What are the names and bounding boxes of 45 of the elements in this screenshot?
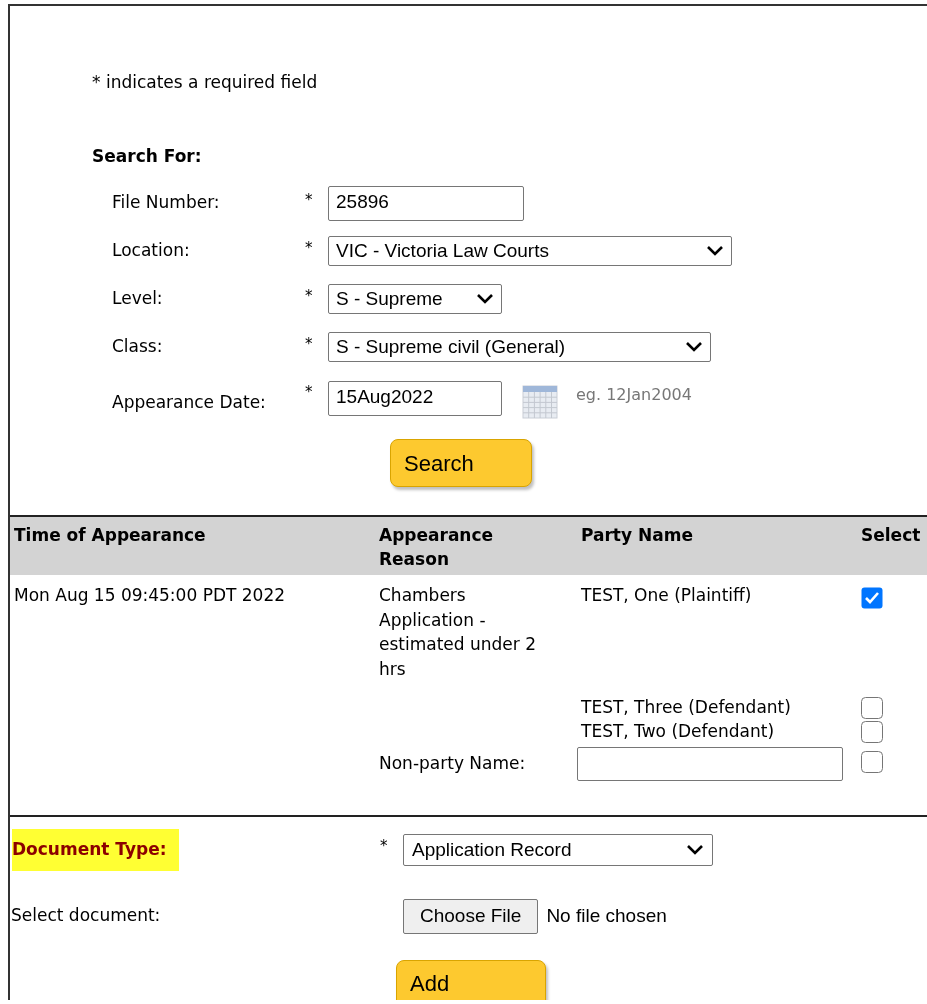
non-party-name-field[interactable]	[577, 747, 843, 781]
required-mark: *	[305, 286, 314, 307]
choose-file-button[interactable]: Choose File	[403, 898, 539, 934]
document-type-label: Document Type:	[12, 829, 179, 871]
text-field[interactable]: 25896	[328, 185, 524, 221]
field-label: File Number:	[112, 191, 221, 215]
caret-icon	[686, 843, 704, 856]
search-heading: Search For:	[92, 144, 203, 168]
caret-icon	[706, 245, 724, 257]
required-mark: *	[305, 382, 314, 403]
column-header: Time of Appearance	[10, 517, 375, 575]
select-document-label: Select document:	[10, 904, 162, 928]
checkbox[interactable]	[861, 751, 883, 773]
checkbox[interactable]	[861, 587, 883, 609]
field-label: Level:	[112, 287, 164, 311]
search-button[interactable]: Search	[390, 439, 532, 487]
required-mark: *	[305, 190, 314, 211]
required-mark: *	[305, 334, 314, 355]
table-cell-text: TEST, One (Plaintiff)	[580, 584, 753, 607]
caret-icon	[476, 293, 494, 305]
checkbox[interactable]	[861, 697, 883, 719]
table-cell-text: Mon Aug 15 09:45:00 PDT 2022	[13, 584, 287, 607]
table-cell-text: TEST, Two (Defendant)	[580, 720, 776, 743]
column-header: Appearance Reason	[375, 517, 577, 575]
field-label: Non-party Name:	[378, 752, 527, 775]
date-field[interactable]: 15Aug2022	[328, 380, 502, 416]
dropdown[interactable]: S - Supreme	[328, 284, 502, 314]
date-format-hint: eg. 12Jan2004	[576, 384, 692, 406]
table-cell-text: Chambers Application - estimated under 2 hrs	[378, 584, 537, 681]
required-mark: *	[379, 836, 389, 857]
field-label: Appearance Date:	[112, 391, 267, 415]
field-label: Class:	[112, 335, 164, 359]
document-type-select[interactable]: Application Record	[403, 833, 713, 866]
add-button[interactable]: Add	[396, 959, 546, 1000]
required-field-note: * indicates a required field	[92, 71, 319, 94]
file-status: No file chosen	[546, 903, 667, 928]
checkbox[interactable]	[861, 721, 883, 743]
column-header: Party Name	[577, 517, 857, 575]
dropdown[interactable]: VIC - Victoria Law Courts	[328, 236, 732, 266]
field-label: Location:	[112, 239, 191, 263]
required-mark: *	[305, 238, 314, 259]
table-cell-text: TEST, Three (Defendant)	[580, 696, 792, 719]
caret-icon	[685, 341, 703, 353]
column-header: Select	[857, 517, 927, 575]
dropdown[interactable]: S - Supreme civil (General)	[328, 332, 711, 362]
